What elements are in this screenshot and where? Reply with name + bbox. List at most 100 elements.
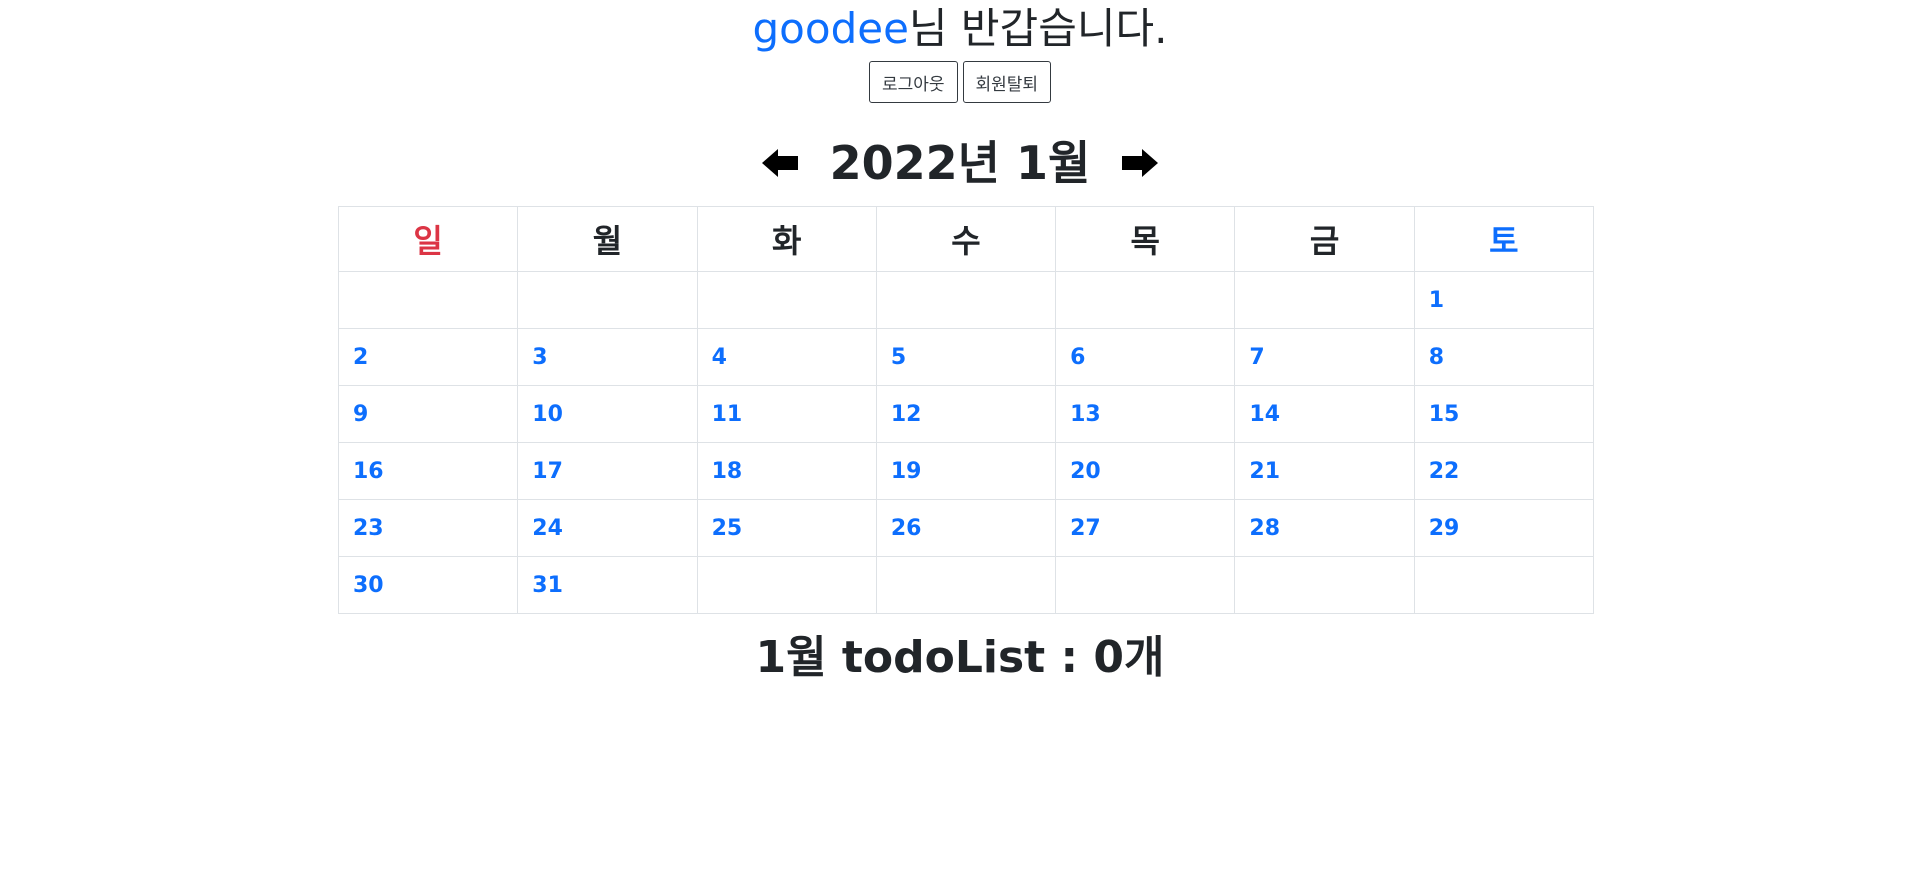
username: goodee (752, 4, 909, 53)
calendar-date-link[interactable]: 16 (353, 459, 384, 484)
calendar-date-link[interactable]: 12 (891, 402, 922, 427)
weekday-tuesday: 화 (696, 206, 877, 272)
calendar-day-cell: 5 (875, 328, 1057, 386)
todo-summary: 1월 todoList : 0개 (755, 632, 1165, 683)
calendar-day-cell: 29 (1413, 499, 1595, 557)
calendar-day-cell: 22 (1413, 442, 1595, 500)
calendar-day-cell: 10 (517, 385, 698, 443)
calendar-date-link[interactable]: 1 (1429, 288, 1444, 313)
calendar-day-cell: 30 (337, 556, 519, 614)
weekday-thursday: 목 (1055, 206, 1236, 272)
calendar-day-cell: 23 (337, 499, 519, 557)
withdraw-button[interactable]: 회원탈퇴 (962, 61, 1052, 103)
calendar-week-row: 9 10 11 12 13 14 15 (337, 385, 1595, 443)
greeting: goodee 님 반갑습니다. (0, 0, 1920, 58)
calendar-date-link[interactable]: 2 (353, 345, 368, 370)
calendar-day-cell: 25 (696, 499, 877, 557)
calendar-day-cell (696, 271, 877, 329)
calendar-week-row: 16 17 18 19 20 21 22 (337, 442, 1595, 500)
calendar-day-cell (1234, 271, 1415, 329)
calendar-date-link[interactable]: 6 (1070, 345, 1085, 370)
arrow-right-icon (1122, 149, 1159, 177)
prev-month-link[interactable] (760, 143, 800, 183)
calendar-day-cell: 16 (337, 442, 519, 500)
calendar-date-link[interactable]: 15 (1429, 402, 1460, 427)
calendar-date-link[interactable]: 7 (1249, 345, 1264, 370)
calendar-date-link[interactable]: 13 (1070, 402, 1101, 427)
calendar-day-cell: 1 (1413, 271, 1595, 329)
calendar-day-cell: 2 (337, 328, 519, 386)
calendar-day-cell (337, 271, 519, 329)
weekday-sunday: 일 (337, 206, 519, 272)
calendar-date-link[interactable]: 21 (1249, 459, 1280, 484)
calendar-day-cell: 4 (696, 328, 877, 386)
logout-button[interactable]: 로그아웃 (868, 61, 958, 103)
arrow-left-icon (761, 149, 798, 177)
calendar-date-link[interactable]: 5 (891, 345, 906, 370)
calendar-day-cell (875, 556, 1057, 614)
calendar-day-cell: 12 (875, 385, 1057, 443)
calendar-date-link[interactable]: 24 (532, 516, 563, 541)
weekday-saturday: 토 (1413, 206, 1595, 272)
calendar-day-cell: 20 (1055, 442, 1236, 500)
calendar-date-link[interactable]: 17 (532, 459, 563, 484)
calendar-day-cell: 28 (1234, 499, 1415, 557)
calendar-day-cell: 19 (875, 442, 1057, 500)
calendar-day-cell: 24 (517, 499, 698, 557)
calendar-date-link[interactable]: 20 (1070, 459, 1101, 484)
weekday-friday: 금 (1234, 206, 1415, 272)
calendar-date-link[interactable]: 30 (353, 573, 384, 598)
calendar-day-cell: 26 (875, 499, 1057, 557)
calendar-date-link[interactable]: 25 (712, 516, 743, 541)
calendar-week-row: 30 31 (337, 556, 1595, 614)
calendar-date-link[interactable]: 3 (532, 345, 547, 370)
calendar-table: 일 월 화 수 목 금 토 1 2 3 4 5 6 7 8 9 10 11 12 13 14 15 16 17 1… (337, 206, 1595, 614)
weekday-wednesday: 수 (875, 206, 1057, 272)
calendar-day-cell (1055, 556, 1236, 614)
calendar-day-cell (875, 271, 1057, 329)
calendar-day-cell: 14 (1234, 385, 1415, 443)
calendar-day-cell: 13 (1055, 385, 1236, 443)
calendar-date-link[interactable]: 23 (353, 516, 384, 541)
calendar-week-row: 2 3 4 5 6 7 8 (337, 328, 1595, 386)
calendar-date-link[interactable]: 10 (532, 402, 563, 427)
calendar-day-cell: 11 (696, 385, 877, 443)
calendar-date-link[interactable]: 28 (1249, 516, 1280, 541)
calendar-day-cell: 31 (517, 556, 698, 614)
calendar-week-row: 23 24 25 26 27 28 29 (337, 499, 1595, 557)
calendar-day-cell (1234, 556, 1415, 614)
month-navigation: 2022년 1월 (0, 133, 1920, 193)
calendar-date-link[interactable]: 4 (712, 345, 727, 370)
calendar-date-link[interactable]: 11 (712, 402, 743, 427)
calendar-date-link[interactable]: 22 (1429, 459, 1460, 484)
weekday-monday: 월 (517, 206, 698, 272)
calendar-date-link[interactable]: 14 (1249, 402, 1280, 427)
weekday-header-row: 일 월 화 수 목 금 토 (337, 206, 1595, 272)
calendar-day-cell: 17 (517, 442, 698, 500)
calendar-day-cell (1413, 556, 1595, 614)
calendar-date-link[interactable]: 29 (1429, 516, 1460, 541)
calendar-date-link[interactable]: 9 (353, 402, 368, 427)
calendar-day-cell: 3 (517, 328, 698, 386)
account-actions: 로그아웃 회원탈퇴 (0, 61, 1920, 103)
calendar-week-row: 1 (337, 271, 1595, 329)
calendar-day-cell: 7 (1234, 328, 1415, 386)
calendar-date-link[interactable]: 26 (891, 516, 922, 541)
calendar-date-link[interactable]: 31 (532, 573, 563, 598)
next-month-link[interactable] (1120, 143, 1160, 183)
calendar-day-cell: 27 (1055, 499, 1236, 557)
greeting-suffix: 님 반갑습니다. (908, 4, 1168, 53)
calendar-day-cell: 18 (696, 442, 877, 500)
calendar-day-cell: 6 (1055, 328, 1236, 386)
calendar-day-cell (696, 556, 877, 614)
calendar-day-cell (517, 271, 698, 329)
calendar-day-cell: 9 (337, 385, 519, 443)
calendar-date-link[interactable]: 27 (1070, 516, 1101, 541)
calendar-day-cell: 15 (1413, 385, 1595, 443)
month-title: 2022년 1월 (829, 136, 1091, 190)
calendar-date-link[interactable]: 8 (1429, 345, 1444, 370)
calendar-day-cell (1055, 271, 1236, 329)
calendar-date-link[interactable]: 19 (891, 459, 922, 484)
calendar-date-link[interactable]: 18 (712, 459, 743, 484)
calendar-day-cell: 21 (1234, 442, 1415, 500)
